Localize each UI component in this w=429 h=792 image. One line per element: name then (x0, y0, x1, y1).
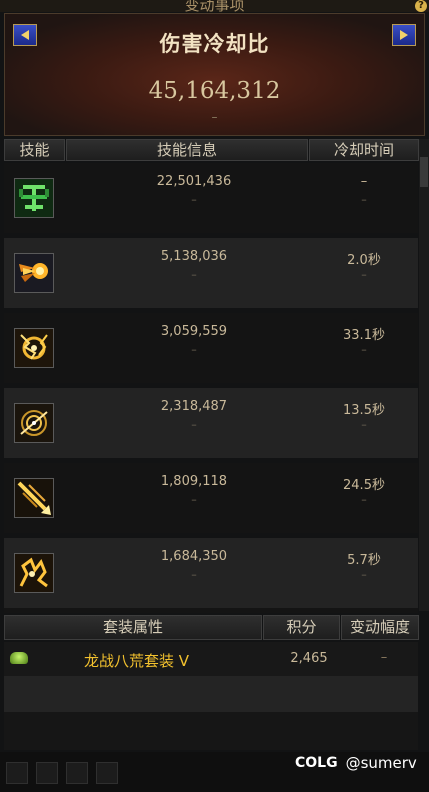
skill-cooldown-change: – (361, 418, 367, 431)
spear-strike-icon (14, 478, 54, 518)
set-delta: – (380, 650, 388, 665)
set-score: 2,465 (290, 651, 328, 666)
skill-damage-change: – (191, 193, 197, 206)
skill-row[interactable]: 5,138,036 – 2.0秒 – (4, 238, 418, 308)
scrollbar-thumb[interactable] (420, 157, 428, 187)
skill-cooldown-change: – (361, 193, 367, 206)
scrollbar[interactable] (419, 139, 429, 611)
green-rune-icon (14, 178, 54, 218)
skill-cooldown: 24.5秒 (343, 478, 385, 493)
vortex-icon (14, 403, 54, 443)
flame-dance-icon (14, 553, 54, 593)
slot-icon[interactable] (66, 762, 88, 784)
skill-damage: 5,138,036 (160, 249, 228, 264)
slot-icon[interactable] (6, 762, 28, 784)
set-header-attr: 套装属性 (4, 615, 262, 640)
empty-set-row (4, 712, 418, 750)
skill-damage-change: – (191, 418, 197, 431)
skill-damage: 3,059,559 (160, 324, 228, 339)
skill-damage: 2,318,487 (160, 399, 228, 414)
total-value: 45,164,312 (148, 78, 281, 104)
skill-row[interactable]: 1,809,118 – 24.5秒 – (4, 463, 418, 533)
skill-damage-change: – (191, 268, 197, 281)
skill-row[interactable]: 1,684,350 – 5.7秒 – (4, 538, 418, 608)
skill-row[interactable]: 3,059,559 – 33.1秒 – (4, 313, 418, 383)
summary-header: 伤害冷却比 45,164,312 – (4, 13, 425, 136)
skill-row[interactable]: 22,501,436 – – – (4, 163, 418, 233)
skill-cooldown-change: – (361, 568, 367, 581)
slot-icon[interactable] (36, 762, 58, 784)
watermark-user: @sumerv (345, 754, 417, 772)
page-title: 伤害冷却比 (159, 32, 270, 56)
skill-cooldown: 5.7秒 (347, 553, 381, 568)
top-strip: 变动事项 ? (0, 0, 429, 14)
slot-icon[interactable] (96, 762, 118, 784)
total-change: – (211, 110, 218, 124)
skill-damage: 1,809,118 (160, 474, 228, 489)
skill-cooldown-change: – (361, 268, 367, 281)
skill-row[interactable]: 2,318,487 – 13.5秒 – (4, 388, 418, 458)
set-row[interactable]: 龙战八荒套装 V 2,465 – (4, 642, 418, 676)
skill-cooldown-change: – (361, 493, 367, 506)
help-icon[interactable]: ? (415, 0, 427, 12)
watermark: COLG @sumerv (295, 752, 417, 774)
empty-set-row (4, 676, 418, 712)
skill-cooldown: – (360, 174, 368, 189)
skill-cooldown-change: – (361, 343, 367, 356)
fireball-icon (14, 253, 54, 293)
column-header-skill: 技能 (4, 139, 65, 161)
lightning-orb-icon (14, 328, 54, 368)
skill-cooldown: 2.0秒 (347, 253, 381, 268)
set-name: 龙战八荒套装 V (84, 652, 190, 670)
column-header-info: 技能信息 (66, 139, 308, 161)
skill-damage-change: – (191, 493, 197, 506)
skill-damage: 22,501,436 (156, 174, 232, 189)
divider (4, 608, 418, 613)
helmet-icon (10, 652, 28, 664)
set-header-score: 积分 (263, 615, 340, 640)
skill-damage: 1,684,350 (160, 549, 228, 564)
skill-cooldown: 33.1秒 (343, 328, 385, 343)
skill-cooldown: 13.5秒 (343, 403, 385, 418)
skill-damage-change: – (191, 343, 197, 356)
skill-damage-change: – (191, 568, 197, 581)
set-header-delta: 变动幅度 (341, 615, 419, 640)
column-header-cooldown: 冷却时间 (309, 139, 419, 161)
watermark-logo: COLG (295, 755, 338, 771)
